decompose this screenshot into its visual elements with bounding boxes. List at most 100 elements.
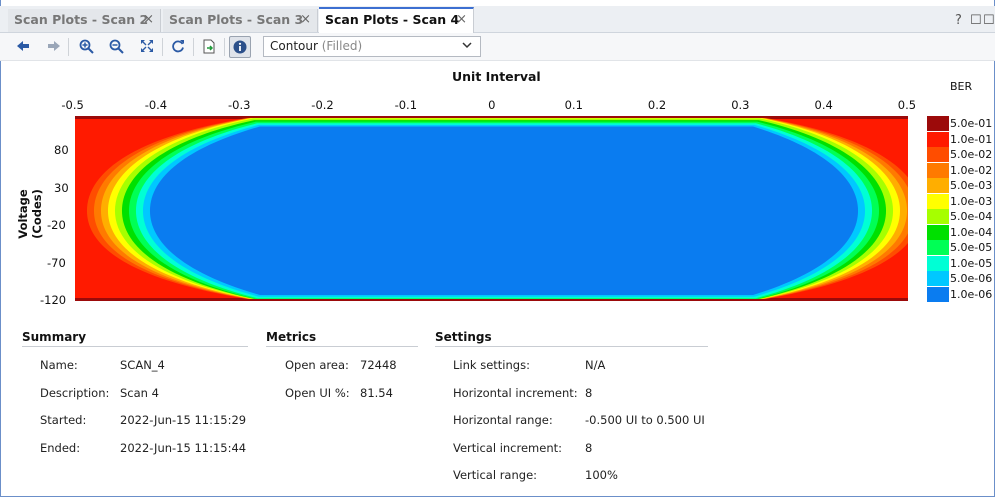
y-tick-label: -120 <box>40 293 67 307</box>
metrics-title: Metrics <box>266 330 317 344</box>
legend-label: 1.0e-03 <box>950 194 993 208</box>
legend-label: 1.0e-02 <box>950 163 993 177</box>
legend-label: 5.0e-02 <box>950 148 993 161</box>
tab-label: Scan Plots - Scan 4 <box>325 12 460 27</box>
legend-label: 5.0e-04 <box>950 210 993 223</box>
ber-contour-plot[interactable] <box>75 116 908 301</box>
legend-swatch <box>927 286 949 302</box>
legend-label: 5.0e-01 <box>950 117 993 130</box>
y-tick-label: 30 <box>54 180 69 195</box>
refresh-icon[interactable] <box>167 36 189 58</box>
x-tick-label: -0.4 <box>144 98 168 112</box>
legend-label: 1.0e-01 <box>950 132 993 146</box>
legend-swatch <box>927 209 949 224</box>
tab-label: Scan Plots - Scan 3 <box>169 12 304 27</box>
toolbar-separator <box>224 38 225 56</box>
back-icon[interactable] <box>12 36 34 58</box>
help-icon[interactable]: ? <box>955 13 962 28</box>
legend-swatch <box>927 240 949 255</box>
settings-title: Settings <box>435 330 492 344</box>
tab-scan-3[interactable]: Scan Plots - Scan 3 × <box>163 9 318 32</box>
field-value: 81.54 <box>360 385 393 400</box>
field-label: Link settings: <box>453 358 530 372</box>
legend-swatch <box>927 162 949 178</box>
field-label: Started: <box>40 413 87 427</box>
legend-label: 1.0e-05 <box>950 256 993 270</box>
x-tick-label: 0.5 <box>897 98 917 112</box>
divider <box>266 346 418 347</box>
fit-icon[interactable] <box>136 36 158 58</box>
divider <box>435 346 708 347</box>
plot-type-value: Contour <box>270 39 318 53</box>
legend-label: 5.0e-05 <box>950 241 993 254</box>
field-value: 2022-Jun-15 11:15:44 <box>120 440 247 455</box>
y-axis-title: Voltage (Codes) <box>16 189 44 239</box>
x-tick-label: -0.5 <box>61 98 84 112</box>
contour-level-1.0e-06 <box>149 126 859 296</box>
x-tick-label: 0.4 <box>814 98 833 112</box>
legend-label: 1.0e-04 <box>950 225 993 239</box>
legend-label: 5.0e-06 <box>950 272 993 285</box>
field-label: Open area: <box>285 358 349 372</box>
field-label: Vertical increment: <box>453 440 563 455</box>
toolbar-separator <box>162 38 163 56</box>
close-icon[interactable]: × <box>300 9 311 31</box>
legend-swatch <box>927 193 949 209</box>
summary-title: Summary <box>22 330 87 344</box>
field-label: Name: <box>40 358 78 372</box>
tab-label: Scan Plots - Scan 2 <box>14 12 149 27</box>
legend-swatch <box>927 271 949 286</box>
legend-label: 5.0e-03 <box>950 179 993 192</box>
field-label: Ended: <box>40 440 81 455</box>
legend-swatch <box>927 178 949 193</box>
tab-bar: Scan Plots - Scan 2 × Scan Plots - Scan … <box>0 6 995 33</box>
info-icon[interactable] <box>229 36 251 58</box>
field-value: SCAN_4 <box>120 358 165 372</box>
export-icon[interactable] <box>198 36 220 58</box>
zoom-in-icon[interactable] <box>75 36 97 58</box>
tab-scan-2[interactable]: Scan Plots - Scan 2 × <box>8 9 161 32</box>
field-value: 2022-Jun-15 11:15:29 <box>120 413 247 427</box>
field-label: Horizontal increment: <box>453 385 578 400</box>
legend-swatch <box>927 255 949 271</box>
restore-icon[interactable]: ☐ <box>970 13 982 28</box>
field-value: 100% <box>585 468 618 482</box>
legend-swatch <box>927 224 949 240</box>
forward-icon[interactable] <box>43 36 65 58</box>
plot-type-select[interactable]: Contour (Filled) <box>263 36 481 57</box>
field-label: Description: <box>40 385 110 400</box>
field-label: Open UI %: <box>285 385 350 400</box>
legend-swatch <box>927 116 949 131</box>
plot-type-qualifier: (Filled) <box>321 39 363 53</box>
field-value: Scan 4 <box>120 385 159 400</box>
toolbar-separator <box>193 38 194 56</box>
field-value: -0.500 UI to 0.500 UI <box>585 413 705 427</box>
y-tick-label: -70 <box>47 255 66 270</box>
divider <box>22 346 248 347</box>
x-tick-label: -0.2 <box>311 98 334 112</box>
field-label: Vertical range: <box>453 468 538 482</box>
legend-label: 1.0e-06 <box>950 287 993 301</box>
zoom-out-icon[interactable] <box>105 36 127 58</box>
field-value: 8 <box>585 440 593 455</box>
field-value: N/A <box>585 358 606 372</box>
close-icon[interactable]: × <box>456 9 467 31</box>
x-axis-title: Unit Interval <box>452 69 541 84</box>
toolbar <box>0 33 995 61</box>
chevron-down-icon <box>462 37 472 56</box>
maximize-icon[interactable]: ☐ <box>983 13 995 28</box>
y-tick-label: 80 <box>54 143 69 158</box>
y-tick-label: -20 <box>47 218 66 233</box>
field-value: 72448 <box>360 358 397 372</box>
tab-scan-4[interactable]: Scan Plots - Scan 4 × <box>319 7 474 33</box>
field-value: 8 <box>585 385 593 400</box>
legend-title: BER <box>950 80 973 93</box>
toolbar-separator <box>68 38 69 56</box>
legend-swatch <box>927 147 949 162</box>
x-tick-label: -0.1 <box>394 98 418 112</box>
x-tick-label: 0 <box>488 98 496 112</box>
x-tick-label: 0.1 <box>564 98 583 112</box>
legend-swatch <box>927 131 949 147</box>
close-icon[interactable]: × <box>143 9 154 31</box>
x-tick-label: 0.3 <box>731 98 750 112</box>
